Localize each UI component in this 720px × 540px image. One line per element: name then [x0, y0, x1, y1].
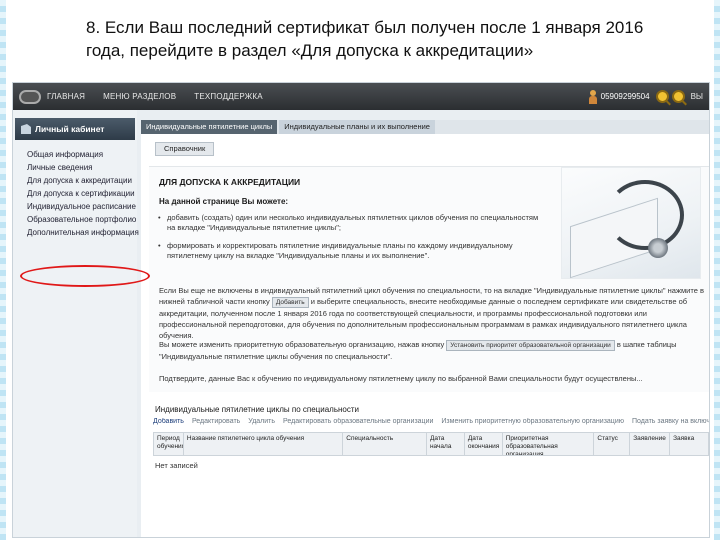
highlight-ellipse	[20, 265, 150, 287]
nav-home[interactable]: ГЛАВНАЯ	[47, 92, 85, 101]
zoom-out-icon[interactable]	[671, 90, 685, 103]
instruction-paragraph-2: Вы можете изменить приоритетную образова…	[159, 340, 677, 361]
column-cycle-name[interactable]: Название пятилетнего цикла обучения	[184, 433, 344, 455]
column-statement[interactable]: Заявление	[630, 433, 671, 455]
inline-priority-button[interactable]: Установить приоритет образовательной орг…	[446, 340, 615, 351]
toolbar-change-priority[interactable]: Изменить приоритетную образовательную ор…	[441, 418, 624, 428]
slide-border-right	[714, 0, 720, 540]
instruction-paragraph-1: Если Вы еще не включены в индивидуальный…	[159, 286, 704, 340]
column-start-date[interactable]: Дата начала	[427, 433, 465, 455]
sidebar-title: Личный кабинет	[35, 124, 105, 134]
nav-exit[interactable]: ВЫ	[691, 92, 703, 101]
toolbar-add[interactable]: Добавить	[153, 418, 184, 428]
toolbar-submit-request[interactable]: Подать заявку на включение в пятилетний …	[632, 418, 709, 428]
column-priority-org[interactable]: Приоритетная образовательная организация	[503, 433, 595, 455]
toolbar-delete[interactable]: Удалить	[248, 418, 275, 428]
panel-subtitle: На данной странице Вы можете:	[159, 197, 289, 206]
main-content: Индивидуальные пятилетние циклы Индивиду…	[141, 120, 709, 537]
column-status[interactable]: Статус	[594, 433, 631, 455]
slide-border-left	[0, 0, 6, 540]
empty-grid-message: Нет записей	[155, 461, 198, 470]
sidebar-menu: Общая информация Личные сведения Для доп…	[27, 148, 139, 239]
sidebar-item-certification[interactable]: Для допуска к сертификации	[27, 187, 137, 200]
bullet-edit-plans: формировать и корректировать пятилетние …	[158, 241, 539, 261]
stethoscope-tube	[606, 180, 684, 250]
column-specialty[interactable]: Специальность	[343, 433, 427, 455]
zoom-in-icon[interactable]	[655, 90, 669, 103]
toolbar-edit-orgs[interactable]: Редактировать образовательные организаци…	[283, 418, 433, 428]
logo-icon	[19, 89, 41, 104]
top-right-tools: 05909299504 ВЫ	[588, 89, 703, 104]
panel-title: ДЛЯ ДОПУСКА К АККРЕДИТАЦИИ	[159, 177, 301, 187]
inline-add-button[interactable]: Добавить	[271, 297, 309, 308]
sidebar-item-additional-info[interactable]: Дополнительная информация	[27, 226, 139, 239]
stethoscope-image	[561, 167, 701, 279]
tab-individual-plans[interactable]: Индивидуальные планы и их выполнение	[279, 120, 435, 134]
user-icon	[588, 89, 597, 104]
top-navigation: ГЛАВНАЯ МЕНЮ РАЗДЕЛОВ ТЕХПОДДЕРЖКА 05909…	[13, 83, 709, 110]
column-period[interactable]: Период обучения	[154, 433, 184, 455]
bullet-add-cycle: добавить (создать) один или несколько ин…	[158, 213, 539, 233]
nav-support[interactable]: ТЕХПОДДЕРЖКА	[194, 92, 263, 101]
sidebar-item-portfolio[interactable]: Образовательное портфолио	[27, 213, 137, 226]
sidebar-item-schedule[interactable]: Индивидуальное расписание	[27, 200, 137, 213]
sidebar: Личный кабинет Общая информация Личные с…	[13, 110, 139, 537]
sidebar-header: Личный кабинет	[15, 118, 135, 140]
stethoscope-head	[648, 238, 668, 258]
cabinet-icon	[21, 124, 31, 134]
nav-sections-menu[interactable]: МЕНЮ РАЗДЕЛОВ	[103, 92, 176, 101]
slide-caption: 8. Если Ваш последний сертификат был пол…	[86, 18, 644, 60]
column-end-date[interactable]: Дата окончания	[465, 433, 503, 455]
sidebar-item-general-info[interactable]: Общая информация	[27, 148, 137, 161]
toolbar-edit[interactable]: Редактировать	[192, 418, 240, 428]
sidebar-item-personal-info[interactable]: Личные сведения	[27, 161, 137, 174]
cycles-section-title: Индивидуальные пятилетние циклы по специ…	[155, 405, 359, 414]
info-panel: ДЛЯ ДОПУСКА К АККРЕДИТАЦИИ На данной стр…	[149, 166, 709, 392]
instruction-paragraph-3: Подтвердите, данные Вас к обучению по ин…	[159, 374, 643, 383]
reference-button[interactable]: Справочник	[155, 142, 215, 156]
user-id[interactable]: 05909299504	[601, 92, 650, 101]
sidebar-item-accreditation[interactable]: Для допуска к аккредитации	[27, 174, 137, 187]
grid-header: Период обучения Название пятилетнего цик…	[153, 432, 709, 456]
grid-toolbar: Добавить Редактировать Удалить Редактиро…	[153, 418, 709, 428]
screenshot-frame: ГЛАВНАЯ МЕНЮ РАЗДЕЛОВ ТЕХПОДДЕРЖКА 05909…	[12, 82, 710, 538]
tab-five-year-cycles[interactable]: Индивидуальные пятилетние циклы	[141, 120, 278, 134]
column-request[interactable]: Заявка	[670, 433, 708, 455]
tab-bar: Индивидуальные пятилетние циклы Индивиду…	[141, 120, 709, 134]
